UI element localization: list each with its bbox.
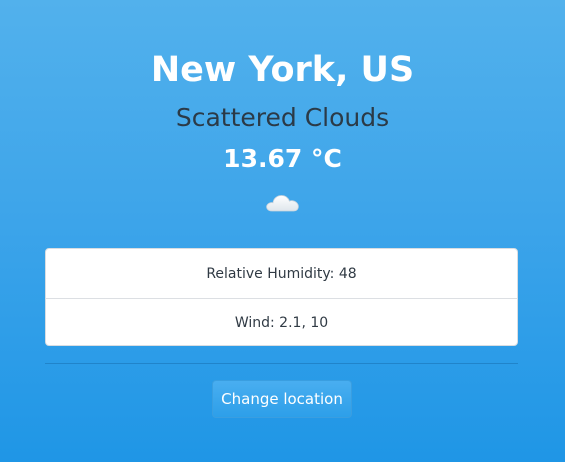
humidity-row: Relative Humidity: 48 [206,265,357,282]
weather-icon-container [0,190,565,218]
wind-row: Wind: 2.1, 10 [46,298,517,345]
location-title: New York, US [150,50,415,90]
temperature-value: 13.67 °C [223,144,342,173]
weather-app: New York, US Scattered Clouds 13.67 °C R… [0,0,565,462]
divider [45,363,518,364]
weather-details-card: Relative Humidity: 48 Wind: 2.1, 10 [45,248,518,346]
change-location-button[interactable]: Change location [212,380,352,418]
weather-description: Scattered Clouds [175,103,390,132]
cloud-icon [264,190,302,218]
